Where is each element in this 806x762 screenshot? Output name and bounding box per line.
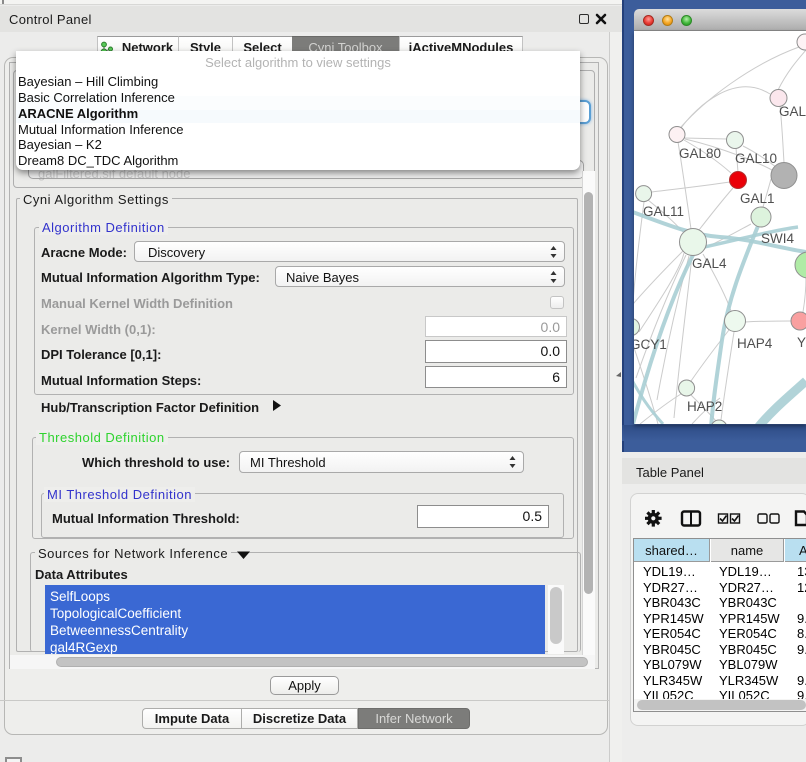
svg-text:GAL4: GAL4 — [692, 256, 727, 271]
svg-text:SWI4: SWI4 — [761, 231, 794, 246]
svg-text:GAL80: GAL80 — [679, 146, 721, 161]
svg-text:GAL11: GAL11 — [643, 204, 684, 219]
svg-text:HAP4: HAP4 — [737, 336, 773, 351]
svg-text:GCY1: GCY1 — [634, 337, 667, 352]
svg-text:YEL: YEL — [797, 335, 806, 350]
svg-text:GAL7: GAL7 — [779, 104, 806, 119]
svg-text:GAL1: GAL1 — [740, 191, 775, 206]
svg-text:GAL10: GAL10 — [735, 151, 777, 166]
svg-text:HAP2: HAP2 — [687, 399, 722, 414]
